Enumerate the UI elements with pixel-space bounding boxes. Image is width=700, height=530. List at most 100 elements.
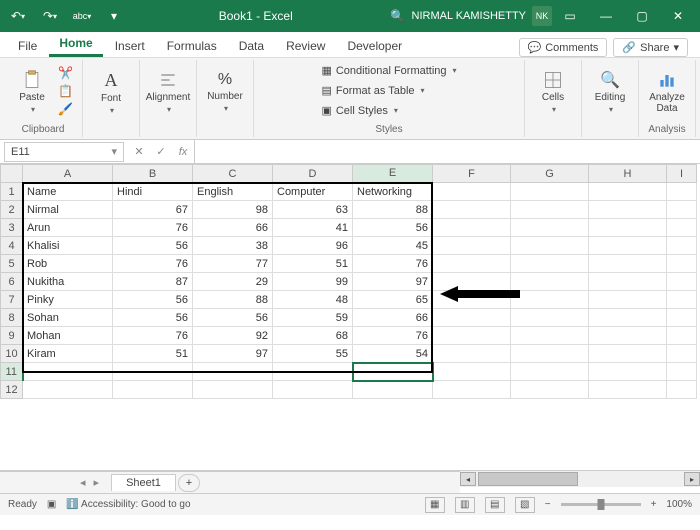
worksheet[interactable]: ABCDEFGHI1NameHindiEnglishComputerNetwor… xyxy=(0,164,700,470)
cell-C10[interactable]: 97 xyxy=(193,345,273,363)
cell-I3[interactable] xyxy=(667,219,697,237)
cell-B2[interactable]: 67 xyxy=(113,201,193,219)
cell-D1[interactable]: Computer xyxy=(273,183,353,201)
cell-C11[interactable] xyxy=(193,363,273,381)
cell-F4[interactable] xyxy=(433,237,511,255)
cell-B11[interactable] xyxy=(113,363,193,381)
col-header-D[interactable]: D xyxy=(273,165,353,183)
cell-I2[interactable] xyxy=(667,201,697,219)
cell-I10[interactable] xyxy=(667,345,697,363)
alignment-button[interactable]: Alignment xyxy=(146,63,190,121)
cell-H6[interactable] xyxy=(589,273,667,291)
cell-F6[interactable] xyxy=(433,273,511,291)
close-button[interactable]: ✕ xyxy=(660,2,696,30)
tab-file[interactable]: File xyxy=(8,35,47,57)
cell-F2[interactable] xyxy=(433,201,511,219)
page-break-view-button[interactable]: ▧ xyxy=(515,497,535,513)
row-header-3[interactable]: 3 xyxy=(1,219,23,237)
cell-A9[interactable]: Mohan xyxy=(23,327,113,345)
row-header-1[interactable]: 1 xyxy=(1,183,23,201)
format-as-table-button[interactable]: ▤ Format as Table xyxy=(317,82,428,99)
cell-H4[interactable] xyxy=(589,237,667,255)
cell-C12[interactable] xyxy=(193,381,273,399)
cell-D12[interactable] xyxy=(273,381,353,399)
cell-D3[interactable]: 41 xyxy=(273,219,353,237)
cell-H2[interactable] xyxy=(589,201,667,219)
sheet-nav-next[interactable]: ▸ xyxy=(94,476,100,489)
col-header-F[interactable]: F xyxy=(433,165,511,183)
row-header-11[interactable]: 11 xyxy=(1,363,23,381)
macro-record-icon[interactable]: ▣ xyxy=(47,499,56,510)
cell-F3[interactable] xyxy=(433,219,511,237)
col-header-E[interactable]: E xyxy=(353,165,433,183)
user-identity[interactable]: NIRMAL KAMISHETTY NK xyxy=(412,6,553,26)
cell-A7[interactable]: Pinky xyxy=(23,291,113,309)
col-header-A[interactable]: A xyxy=(23,165,113,183)
col-header-B[interactable]: B xyxy=(113,165,193,183)
comments-button[interactable]: 💬 Comments xyxy=(519,38,608,57)
cell-G7[interactable] xyxy=(511,291,589,309)
zoom-out-button[interactable]: − xyxy=(545,499,551,510)
cell-styles-button[interactable]: ▣ Cell Styles xyxy=(317,102,401,119)
cut-button[interactable]: ✂️ xyxy=(58,66,76,82)
cells-button[interactable]: Cells xyxy=(531,63,575,121)
cell-E6[interactable]: 97 xyxy=(353,273,433,291)
cell-D10[interactable]: 55 xyxy=(273,345,353,363)
cell-G12[interactable] xyxy=(511,381,589,399)
cell-G1[interactable] xyxy=(511,183,589,201)
cell-E5[interactable]: 76 xyxy=(353,255,433,273)
cell-G5[interactable] xyxy=(511,255,589,273)
cell-C7[interactable]: 88 xyxy=(193,291,273,309)
cell-B1[interactable]: Hindi xyxy=(113,183,193,201)
cell-A1[interactable]: Name xyxy=(23,183,113,201)
cell-D9[interactable]: 68 xyxy=(273,327,353,345)
cell-A4[interactable]: Khalisi xyxy=(23,237,113,255)
zoom-in-button[interactable]: + xyxy=(651,499,657,510)
minimize-button[interactable]: — xyxy=(588,2,624,30)
cell-H8[interactable] xyxy=(589,309,667,327)
share-button[interactable]: 🔗 Share ▾ xyxy=(613,38,688,57)
cell-F11[interactable] xyxy=(433,363,511,381)
row-header-2[interactable]: 2 xyxy=(1,201,23,219)
cell-A5[interactable]: Rob xyxy=(23,255,113,273)
cell-F12[interactable] xyxy=(433,381,511,399)
cell-C3[interactable]: 66 xyxy=(193,219,273,237)
row-header-9[interactable]: 9 xyxy=(1,327,23,345)
cell-A12[interactable] xyxy=(23,381,113,399)
select-all-cell[interactable] xyxy=(1,165,23,183)
redo-button[interactable]: ↷▾ xyxy=(36,4,64,28)
cell-H10[interactable] xyxy=(589,345,667,363)
editing-button[interactable]: 🔍 Editing xyxy=(588,63,632,121)
cell-A10[interactable]: Kiram xyxy=(23,345,113,363)
normal-view-button[interactable]: ▥ xyxy=(455,497,475,513)
tab-developer[interactable]: Developer xyxy=(337,35,412,57)
cell-F7[interactable] xyxy=(433,291,511,309)
new-sheet-button[interactable]: + xyxy=(178,474,200,492)
cell-H3[interactable] xyxy=(589,219,667,237)
cell-I9[interactable] xyxy=(667,327,697,345)
cell-C9[interactable]: 92 xyxy=(193,327,273,345)
cell-D6[interactable]: 99 xyxy=(273,273,353,291)
row-header-4[interactable]: 4 xyxy=(1,237,23,255)
cell-E10[interactable]: 54 xyxy=(353,345,433,363)
col-header-C[interactable]: C xyxy=(193,165,273,183)
cell-B12[interactable] xyxy=(113,381,193,399)
cell-A11[interactable] xyxy=(23,363,113,381)
row-header-7[interactable]: 7 xyxy=(1,291,23,309)
cell-E12[interactable] xyxy=(353,381,433,399)
row-header-6[interactable]: 6 xyxy=(1,273,23,291)
cell-D5[interactable]: 51 xyxy=(273,255,353,273)
format-painter-button[interactable]: 🖌️ xyxy=(58,102,76,118)
cell-F8[interactable] xyxy=(433,309,511,327)
cell-B6[interactable]: 87 xyxy=(113,273,193,291)
cell-H7[interactable] xyxy=(589,291,667,309)
cell-C2[interactable]: 98 xyxy=(193,201,273,219)
cell-H1[interactable] xyxy=(589,183,667,201)
cell-C6[interactable]: 29 xyxy=(193,273,273,291)
cell-E2[interactable]: 88 xyxy=(353,201,433,219)
display-settings-button[interactable]: ▦ xyxy=(425,497,445,513)
cell-F10[interactable] xyxy=(433,345,511,363)
undo-button[interactable]: ↶▾ xyxy=(4,4,32,28)
tab-insert[interactable]: Insert xyxy=(105,35,155,57)
tab-home[interactable]: Home xyxy=(49,32,102,57)
